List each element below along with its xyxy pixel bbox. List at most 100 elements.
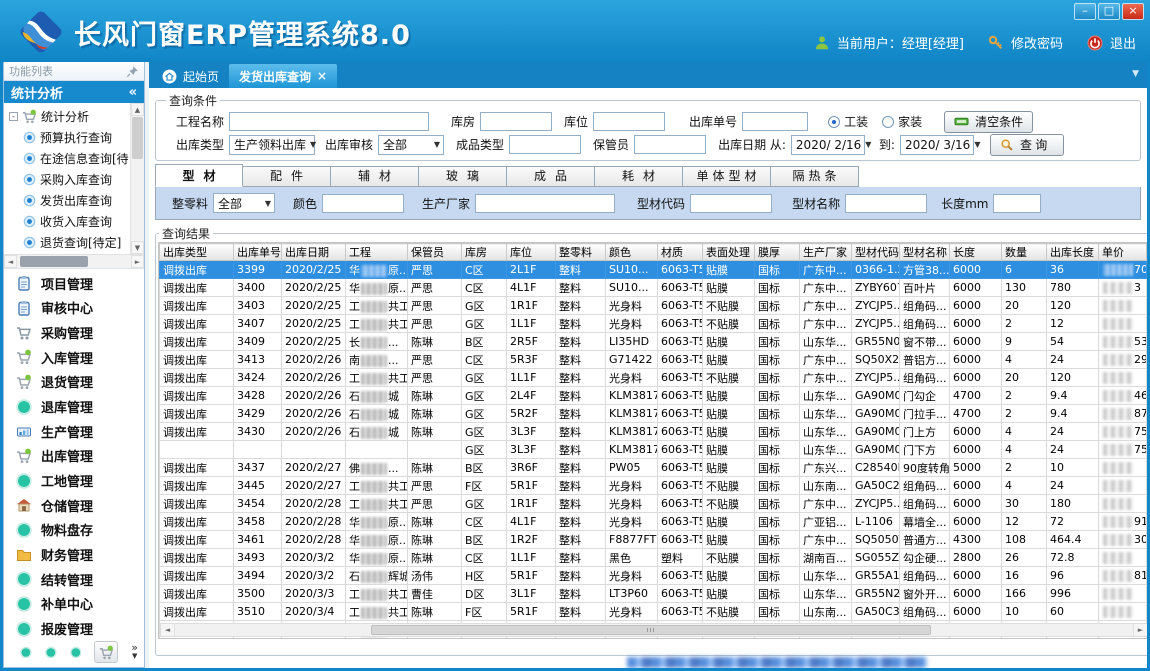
radio-jiazhuang-label[interactable]: 家装 bbox=[898, 113, 922, 130]
close-button[interactable]: × bbox=[1122, 3, 1144, 20]
grid-row[interactable]: 调拨出库 3494 2020/3/2 石辉城 汤伟 H区 5R1F 整料 光身料 bbox=[160, 567, 1148, 585]
material-tab[interactable]: 型材 bbox=[155, 164, 243, 187]
grid-row[interactable]: 调拨出库 3430 2020/2/26 石城 陈琳 G区 3L3F 整料 KLM… bbox=[160, 423, 1148, 441]
grid-row[interactable]: 调拨出库 3445 2020/2/27 工共工程 严思 F区 5R1F 整料 光… bbox=[160, 477, 1148, 495]
grid-column-header[interactable]: 库房 bbox=[462, 244, 507, 261]
keeper-input[interactable] bbox=[634, 135, 706, 154]
grid-column-header[interactable]: 表面处理 bbox=[703, 244, 755, 261]
scroll-right-icon[interactable]: ► bbox=[131, 255, 144, 268]
grid-column-header[interactable]: 材质 bbox=[658, 244, 703, 261]
tree-item[interactable]: 退货查询[待定] bbox=[9, 232, 129, 253]
grid-row[interactable]: G区 3L3F 整料 KLM3817 6063-T5 贴膜 国标 山东华... … bbox=[160, 441, 1148, 459]
pin-icon[interactable] bbox=[126, 65, 139, 78]
warehouse-input[interactable] bbox=[480, 112, 552, 131]
grid-column-header[interactable]: 工程 bbox=[346, 244, 408, 261]
tab-list-caret-icon[interactable]: ▼ bbox=[1132, 69, 1139, 79]
grid-column-header[interactable]: 出库日期 bbox=[282, 244, 346, 261]
circle-icon[interactable] bbox=[20, 645, 32, 660]
circle-icon[interactable] bbox=[45, 645, 57, 660]
order-no-input[interactable] bbox=[742, 112, 808, 131]
collapse-icon[interactable]: « bbox=[129, 85, 137, 100]
maximize-button[interactable]: □ bbox=[1098, 3, 1120, 20]
scroll-right-icon[interactable]: ► bbox=[1133, 624, 1147, 636]
scroll-left-icon[interactable]: ◄ bbox=[161, 624, 175, 636]
sidebar-menu-item[interactable]: 补单中心 bbox=[16, 594, 144, 614]
sidebar-menu-item[interactable]: 项目管理 bbox=[16, 273, 144, 293]
radio-gongzhuang-label[interactable]: 工装 bbox=[844, 113, 868, 130]
grid-row[interactable]: 调拨出库 3500 2020/3/3 工共工程 曹佳 D区 3L1F 整料 LT… bbox=[160, 585, 1148, 603]
scrollbar-thumb[interactable] bbox=[371, 625, 931, 635]
grid-column-header[interactable]: 库位 bbox=[507, 244, 556, 261]
out-type-select[interactable]: 生产领料出库▼ bbox=[229, 135, 315, 155]
project-name-input[interactable] bbox=[229, 112, 429, 131]
grid-row[interactable]: 调拨出库 3409 2020/2/25 长... 陈琳 B区 2R5F 整料 L… bbox=[160, 333, 1148, 351]
logout-link[interactable]: 退出 bbox=[1110, 33, 1136, 52]
grid-row[interactable]: 调拨出库 3429 2020/2/26 石城 陈琳 G区 5R2F 整料 KLM… bbox=[160, 405, 1148, 423]
scrollbar-thumb[interactable] bbox=[20, 256, 88, 267]
search-button[interactable]: 查 询 bbox=[990, 134, 1064, 156]
grid-row[interactable]: 调拨出库 3510 2020/3/4 工共工程 陈琳 F区 5R1F 整料 光身… bbox=[160, 603, 1148, 621]
grid-column-header[interactable]: 单价 bbox=[1099, 244, 1147, 261]
stats-section-header[interactable]: 统计分析 « bbox=[4, 81, 144, 103]
profile-name-input[interactable] bbox=[845, 194, 927, 213]
grid-column-header[interactable]: 出库长度 bbox=[1047, 244, 1099, 261]
sidebar-menu-item[interactable]: 入库管理 bbox=[16, 347, 144, 367]
cart-shortcut-button[interactable] bbox=[94, 641, 118, 663]
tree-item[interactable]: 发货出库查询 bbox=[9, 190, 129, 211]
tree-item[interactable]: 预算执行查询 bbox=[9, 127, 129, 148]
change-password-link[interactable]: 修改密码 bbox=[1011, 33, 1063, 52]
grid-column-header[interactable]: 出库类型 bbox=[160, 244, 234, 261]
radio-gongzhuang[interactable] bbox=[828, 116, 840, 128]
grid-column-header[interactable]: 出库单号 bbox=[234, 244, 282, 261]
tree-vertical-scrollbar[interactable]: ▲ ▼ bbox=[130, 103, 144, 254]
grid-column-header[interactable]: 颜色 bbox=[606, 244, 658, 261]
tree-root[interactable]: - 统计分析 bbox=[9, 106, 129, 127]
grid-row[interactable]: 调拨出库 3399 2020/2/25 华原... 严思 C区 2L1F 整料 … bbox=[160, 261, 1148, 279]
sidebar-menu-item[interactable]: 报废管理 bbox=[16, 619, 144, 639]
grid-row[interactable]: 调拨出库 3407 2020/2/25 工共工程 严思 G区 1L1F 整料 光… bbox=[160, 315, 1148, 333]
material-tab[interactable]: 成品 bbox=[507, 166, 595, 187]
sidebar-menu-item[interactable]: 结转管理 bbox=[16, 569, 144, 589]
more-items-button[interactable]: »▼ bbox=[131, 644, 138, 660]
minimize-button[interactable]: – bbox=[1074, 3, 1096, 20]
grid-row[interactable]: 调拨出库 3461 2020/2/28 华原... 陈琳 B区 1R2F 整料 … bbox=[160, 531, 1148, 549]
sidebar-menu-item[interactable]: 采购管理 bbox=[16, 323, 144, 343]
scroll-left-icon[interactable]: ◄ bbox=[4, 255, 17, 268]
circle-icon[interactable] bbox=[70, 645, 82, 660]
date-from-picker[interactable]: 2020/ 2/16▼ bbox=[791, 135, 865, 155]
sidebar-menu-item[interactable]: 生产管理 bbox=[16, 421, 144, 441]
grid-row[interactable]: 调拨出库 3424 2020/2/26 工共工程 严思 G区 1L1F 整料 光… bbox=[160, 369, 1148, 387]
grid-column-header[interactable]: 保管员 bbox=[408, 244, 462, 261]
grid-row[interactable]: 调拨出库 3458 2020/2/28 华原... 陈琳 C区 4L1F 整料 … bbox=[160, 513, 1148, 531]
sidebar-horizontal-scrollbar[interactable]: ◄ ► bbox=[4, 255, 144, 269]
grid-column-header[interactable]: 膜厚 bbox=[755, 244, 800, 261]
clear-conditions-button[interactable]: 清空条件 bbox=[944, 111, 1033, 133]
sidebar-menu-item[interactable]: 物料盘存 bbox=[16, 520, 144, 540]
grid-horizontal-scrollbar[interactable]: ◄ ► bbox=[160, 623, 1147, 637]
out-audit-select[interactable]: 全部▼ bbox=[378, 135, 444, 155]
material-tab[interactable]: 玻璃 bbox=[419, 166, 507, 187]
grid-column-header[interactable]: 金 bbox=[1147, 244, 1148, 261]
grid-column-header[interactable]: 生产厂家 bbox=[800, 244, 852, 261]
grid-column-header[interactable]: 数量 bbox=[1002, 244, 1047, 261]
radio-jiazhuang[interactable] bbox=[882, 116, 894, 128]
tab-close-icon[interactable]: × bbox=[317, 69, 327, 83]
grid-row[interactable]: 调拨出库 3428 2020/2/26 石城 陈琳 G区 2L4F 整料 KLM… bbox=[160, 387, 1148, 405]
grid-column-header[interactable]: 型材名称 bbox=[900, 244, 950, 261]
sidebar-menu-item[interactable]: 退货管理 bbox=[16, 372, 144, 392]
grid-row[interactable]: 调拨出库 3413 2020/2/26 南... 严思 C区 5R3F 整料 G… bbox=[160, 351, 1148, 369]
material-tab[interactable]: 辅材 bbox=[331, 166, 419, 187]
whole-part-select[interactable]: 全部▼ bbox=[213, 193, 275, 213]
material-tab[interactable]: 配件 bbox=[243, 166, 331, 187]
material-tab[interactable]: 单体型材 bbox=[683, 166, 771, 187]
tree-item[interactable]: 在途信息查询[待 bbox=[9, 148, 129, 169]
material-tab[interactable]: 隔热条 bbox=[771, 166, 859, 187]
scroll-down-icon[interactable]: ▼ bbox=[131, 241, 144, 254]
sidebar-menu-item[interactable]: 财务管理 bbox=[16, 545, 144, 565]
grid-row[interactable]: 调拨出库 3493 2020/3/2 华原... 陈琳 C区 1L1F 整料 黑… bbox=[160, 549, 1148, 567]
length-input[interactable] bbox=[993, 194, 1041, 213]
sidebar-menu-item[interactable]: 退库管理 bbox=[16, 397, 144, 417]
grid-column-header[interactable]: 整零料 bbox=[556, 244, 606, 261]
tree-item[interactable]: 收货入库查询 bbox=[9, 211, 129, 232]
tab-shipment-query[interactable]: 发货出库查询 × bbox=[229, 64, 337, 88]
